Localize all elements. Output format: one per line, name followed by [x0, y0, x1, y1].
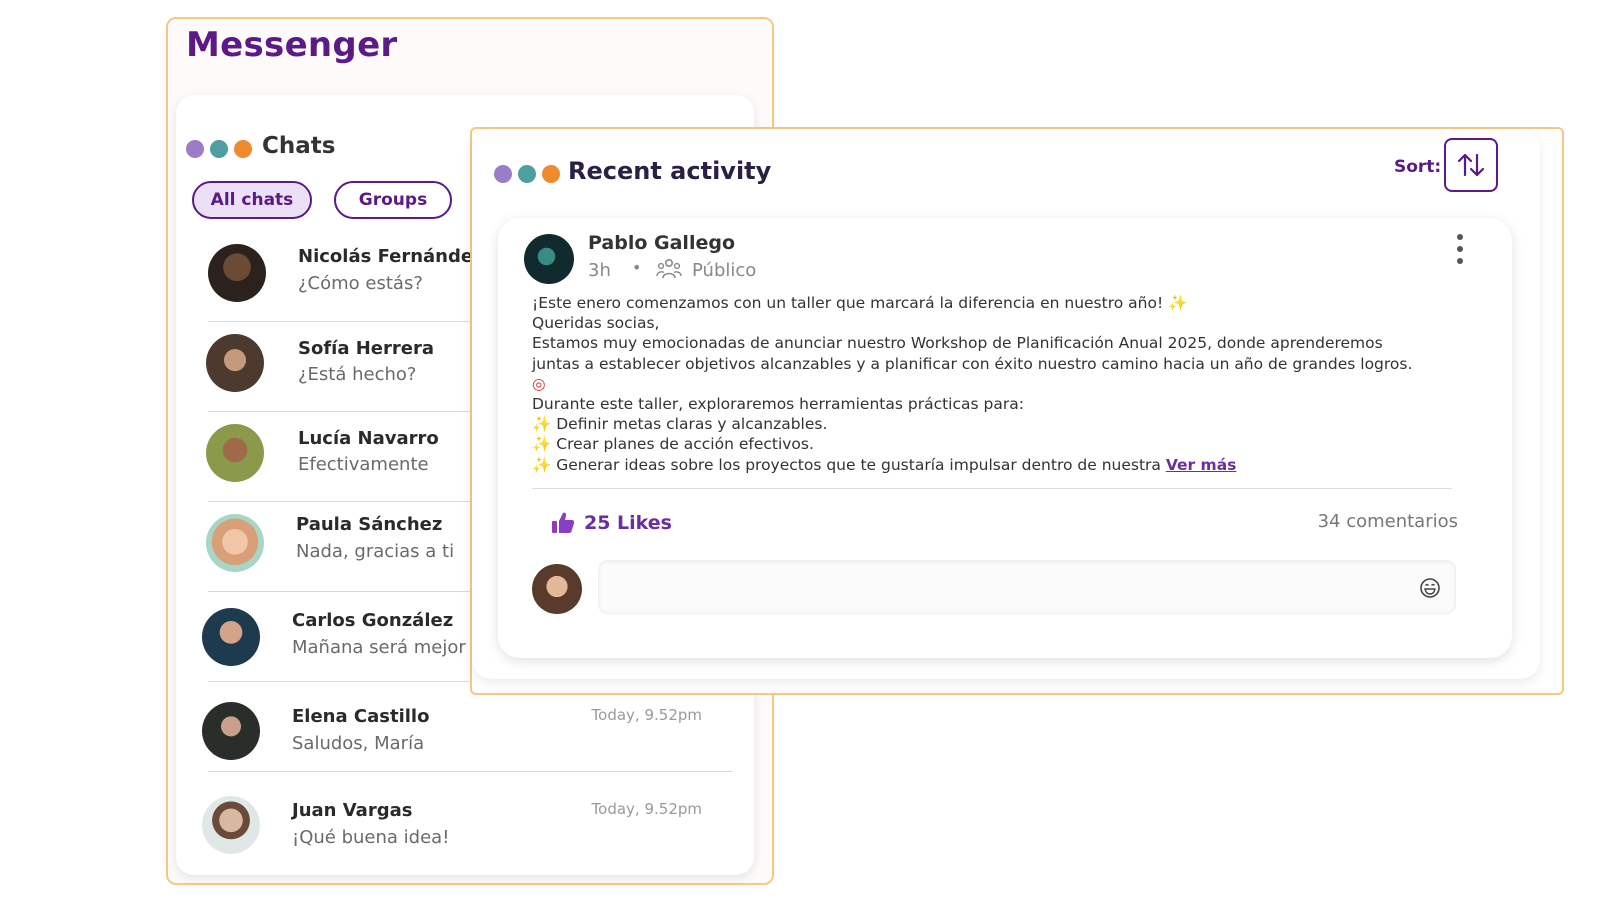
chat-item-juan[interactable]: Juan Vargas ¡Qué buena idea! Today, 9.52… [192, 772, 732, 872]
chat-message: ¡Qué buena idea! [292, 827, 450, 848]
activity-panel: Recent activity Sort: Pablo Gallego 3h •… [472, 129, 1540, 679]
chat-name: Juan Vargas [292, 800, 413, 821]
chat-name: Elena Castillo [292, 706, 430, 727]
chat-name: Carlos González [292, 610, 454, 631]
purple-dot [494, 165, 512, 183]
target-icon: ◎ [532, 374, 546, 393]
chat-time: Today, 9.52pm [591, 706, 702, 724]
orange-dot [542, 165, 560, 183]
chat-message: Saludos, María [292, 733, 425, 754]
messenger-title: Messenger [186, 25, 398, 65]
post-line: ✨ Definir metas claras y alcanzables. [532, 415, 828, 434]
chat-name: Nicolás Fernández [298, 246, 484, 267]
chat-name: Lucía Navarro [298, 428, 439, 449]
current-user-avatar [532, 564, 582, 614]
post-time: 3h [588, 260, 611, 281]
orange-dot [234, 140, 252, 158]
chat-item-elena[interactable]: Elena Castillo Saludos, María Today, 9.5… [192, 682, 732, 772]
teal-dot [518, 165, 536, 183]
likes-count: 25 Likes [584, 512, 672, 534]
chats-title: Chats [262, 133, 336, 159]
purple-dot [186, 140, 204, 158]
avatar [206, 514, 264, 572]
people-icon [656, 258, 682, 279]
emoji-icon[interactable] [1419, 577, 1441, 599]
sort-label: Sort: [1394, 157, 1442, 177]
chat-message: Nada, gracias a ti [296, 541, 455, 562]
chats-dots [186, 140, 252, 158]
activity-title: Recent activity [568, 157, 772, 185]
post-line: Durante este taller, exploraremos herram… [532, 394, 1024, 413]
chat-message: Mañana será mejor [292, 637, 466, 658]
thumbs-up-icon [552, 512, 575, 533]
post-visibility: Público [692, 260, 757, 281]
like-button[interactable]: 25 Likes [550, 510, 672, 536]
post-body: ¡Este enero comenzamos con un taller que… [532, 293, 1482, 475]
avatar [206, 424, 264, 482]
comment-box [598, 560, 1456, 614]
post-separator: • [632, 258, 642, 277]
avatar [206, 334, 264, 392]
post-line: juntas a establecer objetivos alcanzable… [532, 354, 1413, 373]
activity-window: Recent activity Sort: Pablo Gallego 3h •… [470, 127, 1564, 695]
post-line: Queridas socias, [532, 314, 660, 333]
chat-time: Today, 9.52pm [591, 800, 702, 818]
post-line: ✨ Generar ideas sobre los proyectos que … [532, 455, 1237, 474]
more-vertical-icon [1457, 234, 1463, 240]
teal-dot [210, 140, 228, 158]
avatar [202, 608, 260, 666]
comments-count[interactable]: 34 comentarios [1318, 511, 1458, 532]
avatar [202, 702, 260, 760]
post-author[interactable]: Pablo Gallego [588, 232, 735, 254]
tab-groups[interactable]: Groups [334, 181, 452, 219]
see-more-link[interactable]: Ver más [1166, 456, 1237, 474]
tab-all-chats[interactable]: All chats [192, 181, 312, 219]
more-options-button[interactable] [1452, 232, 1468, 266]
sparkle-icon: ✨ [532, 415, 552, 434]
post-card: Pablo Gallego 3h • Público ¡Este enero c… [498, 218, 1512, 658]
chat-name: Paula Sánchez [296, 514, 443, 535]
activity-dots [494, 165, 560, 183]
comment-input[interactable] [599, 561, 1455, 613]
post-line: ✨ Crear planes de acción efectivos. [532, 435, 814, 454]
post-line: Estamos muy emocionadas de anunciar nues… [532, 334, 1383, 353]
avatar [208, 244, 266, 302]
post-author-avatar[interactable] [524, 234, 574, 284]
divider [532, 488, 1452, 489]
sparkle-icon: ✨ [1168, 294, 1188, 312]
avatar [202, 796, 260, 854]
sparkle-icon: ✨ [532, 455, 552, 474]
chat-message: ¿Está hecho? [298, 364, 417, 385]
sort-button[interactable] [1444, 138, 1498, 192]
sparkle-icon: ✨ [532, 435, 552, 454]
post-line: ¡Este enero comenzamos con un taller que… [532, 294, 1188, 312]
chat-message: Efectivamente [298, 454, 429, 475]
chat-name: Sofía Herrera [298, 338, 435, 359]
post-line: ◎ [532, 374, 1482, 394]
sort-arrows-icon [1457, 153, 1485, 177]
chat-message: ¿Cómo estás? [298, 273, 423, 294]
